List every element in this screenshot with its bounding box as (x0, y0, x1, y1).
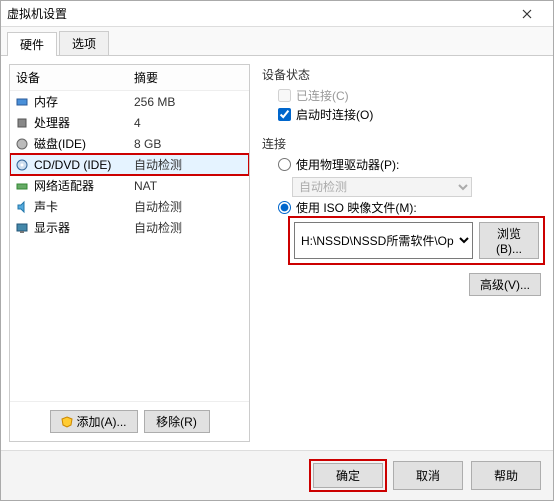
use-physical-radio[interactable] (278, 158, 291, 171)
content-area: 设备 摘要 内存 256 MB 处理器 4 磁盘(IDE) 8 GB CD/DV… (1, 56, 553, 450)
hw-row-sound[interactable]: 声卡 自动检测 (10, 196, 249, 217)
hw-row-cpu[interactable]: 处理器 4 (10, 112, 249, 133)
cpu-icon (14, 115, 30, 131)
hw-row-cddvd[interactable]: CD/DVD (IDE) 自动检测 (10, 154, 249, 175)
hw-row-disk[interactable]: 磁盘(IDE) 8 GB (10, 133, 249, 154)
cancel-button[interactable]: 取消 (393, 461, 463, 490)
memory-icon (14, 94, 30, 110)
remove-hardware-button[interactable]: 移除(R) (144, 410, 210, 433)
add-hardware-button[interactable]: 添加(A)... (50, 410, 138, 433)
connection-group: 连接 使用物理驱动器(P): 自动检测 使用 ISO 映像文件(M): H:\N… (262, 135, 541, 296)
hardware-panel: 设备 摘要 内存 256 MB 处理器 4 磁盘(IDE) 8 GB CD/DV… (9, 64, 250, 442)
status-title: 设备状态 (262, 66, 541, 83)
shield-icon (61, 416, 73, 428)
device-status-group: 设备状态 已连接(C) 启动时连接(O) (262, 66, 541, 125)
cd-icon (14, 157, 30, 173)
iso-path-select[interactable]: H:\NSSD\NSSD所需软件\Op (294, 222, 473, 259)
tab-hardware[interactable]: 硬件 (7, 32, 57, 56)
advanced-button[interactable]: 高级(V)... (469, 273, 541, 296)
hardware-header: 设备 摘要 (10, 65, 249, 91)
connect-on-start-row[interactable]: 启动时连接(O) (278, 106, 541, 123)
physical-drive-select-wrap: 自动检测 (292, 177, 541, 197)
connect-on-start-checkbox[interactable] (278, 108, 291, 121)
network-icon (14, 178, 30, 194)
hw-row-network[interactable]: 网络适配器 NAT (10, 175, 249, 196)
hw-row-display[interactable]: 显示器 自动检测 (10, 217, 249, 238)
use-iso-row[interactable]: 使用 ISO 映像文件(M): (278, 199, 541, 216)
window-title: 虚拟机设置 (7, 5, 507, 22)
connected-checkbox-row[interactable]: 已连接(C) (278, 87, 541, 104)
browse-button[interactable]: 浏览(B)... (479, 222, 539, 259)
dialog-footer: 确定 取消 帮助 (1, 450, 553, 500)
physical-drive-select: 自动检测 (292, 177, 472, 197)
tab-bar: 硬件 选项 (1, 27, 553, 56)
use-iso-radio[interactable] (278, 201, 291, 214)
ok-button[interactable]: 确定 (313, 463, 383, 488)
connected-checkbox (278, 89, 291, 102)
disk-icon (14, 136, 30, 152)
advanced-row: 高级(V)... (262, 273, 541, 296)
connection-title: 连接 (262, 135, 541, 152)
tab-options[interactable]: 选项 (59, 31, 109, 55)
display-icon (14, 220, 30, 236)
iso-path-row: H:\NSSD\NSSD所需软件\Op 浏览(B)... (292, 220, 541, 261)
hardware-buttons: 添加(A)... 移除(R) (10, 401, 249, 441)
ok-highlight: 确定 (311, 461, 385, 490)
titlebar: 虚拟机设置 (1, 1, 553, 27)
sound-icon (14, 199, 30, 215)
hw-row-memory[interactable]: 内存 256 MB (10, 91, 249, 112)
col-device: 设备 (16, 69, 134, 86)
help-button[interactable]: 帮助 (471, 461, 541, 490)
settings-panel: 设备状态 已连接(C) 启动时连接(O) 连接 使用物理驱动器(P): 自动检测 (258, 64, 545, 442)
close-button[interactable] (507, 4, 547, 24)
close-icon (522, 9, 532, 19)
use-physical-row[interactable]: 使用物理驱动器(P): (278, 156, 541, 173)
col-summary: 摘要 (134, 69, 158, 86)
hardware-list: 内存 256 MB 处理器 4 磁盘(IDE) 8 GB CD/DVD (IDE… (10, 91, 249, 401)
